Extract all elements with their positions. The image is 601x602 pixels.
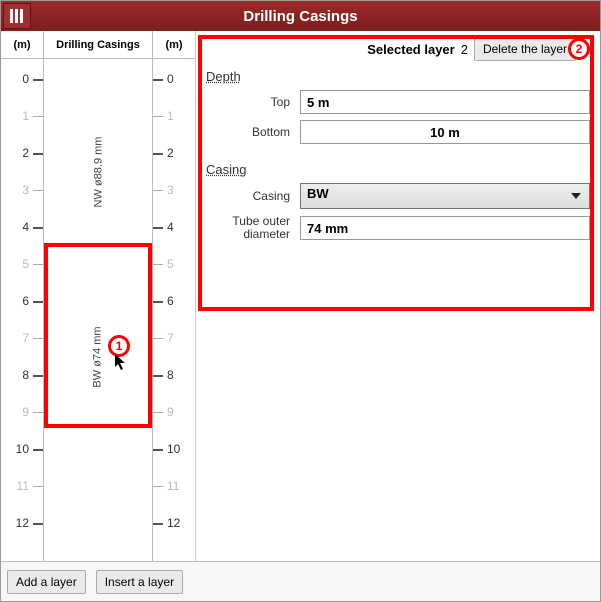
window-title: Drilling Casings xyxy=(1,8,600,25)
right-scale-col: (m) 0123456789101112 xyxy=(153,31,195,561)
casing-select-value: BW xyxy=(307,186,329,201)
casing-label: Casing xyxy=(206,189,290,203)
selected-layer-number: 2 xyxy=(461,42,468,57)
scale-tick-label: 2 xyxy=(22,146,29,160)
left-scale-col: (m) 0123456789101112 xyxy=(1,31,43,561)
top-input[interactable] xyxy=(300,90,590,114)
scale-tick-label: 10 xyxy=(16,442,29,456)
scale-tick xyxy=(33,523,43,525)
scale-tick xyxy=(153,79,163,81)
scale-tick-label: 11 xyxy=(167,479,179,493)
top-label: Top xyxy=(206,95,290,109)
delete-layer-button[interactable]: Delete the layer xyxy=(474,37,576,61)
scale-tick-label: 0 xyxy=(22,72,29,86)
chevron-down-icon xyxy=(571,193,581,199)
diameter-row: Tube outer diameter xyxy=(206,215,590,241)
scale-tick-label: 8 xyxy=(167,368,174,382)
scale-tick-label: 6 xyxy=(167,294,174,308)
title-bar: Drilling Casings xyxy=(1,1,600,31)
scale-tick xyxy=(33,190,43,191)
depth-section-title: Depth xyxy=(206,69,590,84)
bottom-input[interactable] xyxy=(300,120,590,144)
properties-pane: Selected layer 2 Delete the layer 2 Dept… xyxy=(196,31,600,561)
pointer-cursor-icon xyxy=(114,353,128,375)
scale-tick-label: 12 xyxy=(167,516,180,530)
scale-tick xyxy=(33,153,43,155)
highlight-box-1 xyxy=(44,243,152,428)
scale-tick xyxy=(33,375,43,377)
diameter-label: Tube outer diameter xyxy=(206,215,290,241)
casing-row: Casing BW xyxy=(206,183,590,209)
scale-tick-label: 7 xyxy=(167,331,174,345)
scale-tick xyxy=(153,264,163,265)
top-row: Top xyxy=(206,90,590,114)
scale-tick xyxy=(153,449,163,451)
scale-tick xyxy=(153,412,163,413)
scale-tick-label: 1 xyxy=(167,109,174,123)
casing-column[interactable]: Drilling Casings NW ø88.9 mmBW ø74 mm 1 xyxy=(43,31,153,561)
scale-tick-label: 4 xyxy=(22,220,29,234)
scale-tick-label: 12 xyxy=(16,516,29,530)
add-layer-button[interactable]: Add a layer xyxy=(7,570,86,594)
casing-select[interactable]: BW xyxy=(300,183,590,209)
left-scale-header: (m) xyxy=(1,31,43,59)
casing-section-title: Casing xyxy=(206,162,590,177)
casing-block[interactable]: NW ø88.9 mm xyxy=(44,79,152,264)
bottom-row: Bottom xyxy=(206,120,590,144)
scale-tick xyxy=(153,153,163,155)
scale-tick xyxy=(33,227,43,229)
scale-tick xyxy=(153,338,163,339)
scale-tick-label: 4 xyxy=(167,220,174,234)
selected-layer-label: Selected layer xyxy=(367,42,454,57)
scale-tick-label: 6 xyxy=(22,294,29,308)
scale-tick xyxy=(153,523,163,525)
scale-tick xyxy=(33,486,43,487)
right-scale-header: (m) xyxy=(153,31,195,59)
casing-block-label: NW ø88.9 mm xyxy=(92,136,104,207)
scale-tick-label: 1 xyxy=(22,109,29,123)
casing-column-header: Drilling Casings xyxy=(44,31,152,59)
scale-tick-label: 3 xyxy=(167,183,174,197)
scale-tick xyxy=(153,190,163,191)
scale-tick-label: 3 xyxy=(22,183,29,197)
scale-tick xyxy=(33,449,43,451)
scale-tick xyxy=(153,301,163,303)
content-area: (m) 0123456789101112 Drilling Casings NW… xyxy=(1,31,600,561)
scale-tick xyxy=(153,486,163,487)
scale-tick-label: 0 xyxy=(167,72,174,86)
scale-tick xyxy=(153,375,163,377)
scale-tick-label: 10 xyxy=(167,442,180,456)
scale-tick-label: 7 xyxy=(22,331,29,345)
scale-tick-label: 5 xyxy=(22,257,29,271)
scale-tick-label: 2 xyxy=(167,146,174,160)
scale-tick-label: 5 xyxy=(167,257,174,271)
annotation-marker-2: 2 xyxy=(568,38,590,60)
scale-tick xyxy=(33,412,43,413)
scale-tick xyxy=(33,116,43,117)
scale-pane: (m) 0123456789101112 Drilling Casings NW… xyxy=(1,31,196,561)
scale-tick-label: 8 xyxy=(22,368,29,382)
scale-tick xyxy=(153,227,163,229)
scale-tick-label: 9 xyxy=(167,405,174,419)
diameter-input[interactable] xyxy=(300,216,590,240)
footer-toolbar: Add a layer Insert a layer xyxy=(1,561,600,601)
bottom-label: Bottom xyxy=(206,125,290,139)
insert-layer-button[interactable]: Insert a layer xyxy=(96,570,183,594)
scale-tick xyxy=(33,338,43,339)
scale-tick xyxy=(33,79,43,81)
scale-tick xyxy=(153,116,163,117)
scale-tick-label: 9 xyxy=(22,405,29,419)
selected-layer-header: Selected layer 2 Delete the layer 2 xyxy=(206,37,590,61)
scale-tick xyxy=(33,301,43,303)
scale-tick-label: 11 xyxy=(17,479,29,493)
app-window: Drilling Casings (m) 0123456789101112 Dr… xyxy=(0,0,601,602)
scale-tick xyxy=(33,264,43,265)
